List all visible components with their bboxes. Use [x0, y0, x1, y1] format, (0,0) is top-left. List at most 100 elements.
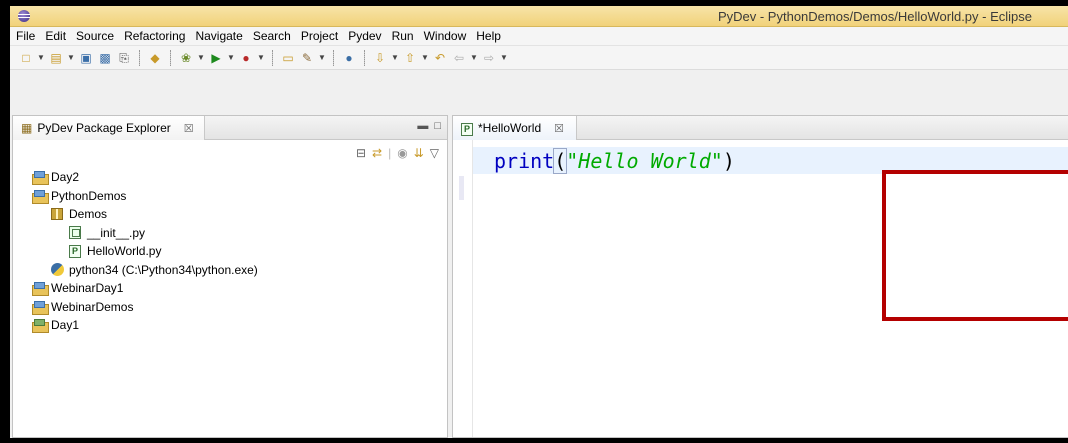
new-project-icon[interactable]: ▤ — [48, 50, 64, 66]
forward-icon[interactable]: ⇨ — [481, 50, 497, 66]
menu-navigate[interactable]: Navigate — [191, 29, 248, 43]
save-icon[interactable]: ▣ — [78, 50, 94, 66]
menu-help[interactable]: Help — [472, 29, 507, 43]
next-annotation-dropdown-icon[interactable]: ▼ — [391, 53, 399, 62]
minimize-icon[interactable]: ▬ — [417, 120, 428, 132]
toolbar-separator — [364, 49, 365, 66]
open-folder-icon[interactable]: ▭ — [280, 50, 296, 66]
tree-item-label: HelloWorld.py — [87, 244, 162, 259]
pen-icon[interactable]: ✎ — [299, 50, 315, 66]
menu-window[interactable]: Window — [420, 29, 473, 43]
menu-bar: File Edit Source Refactoring Navigate Se… — [10, 27, 1068, 46]
python-file-icon: P — [67, 244, 83, 258]
menu-pydev[interactable]: Pydev — [344, 29, 387, 43]
tree-item-label: Demos — [69, 207, 108, 222]
python-init-file-icon — [67, 226, 83, 240]
debug-dropdown-icon[interactable]: ▼ — [197, 53, 205, 62]
tree-item-helloworld-py[interactable]: P HelloWorld.py — [13, 242, 447, 261]
package-explorer-view: ▦ PyDev Package Explorer ☒ ▬ □ ⊟ ⇄ | ◉ ⇊… — [12, 115, 448, 438]
tree-item-demos[interactable]: Demos — [13, 205, 447, 224]
toolbar-separator — [170, 49, 171, 66]
gutter-marker — [459, 176, 464, 200]
pen-dropdown-icon[interactable]: ▼ — [318, 53, 326, 62]
print-icon[interactable]: ⎘ — [116, 50, 132, 66]
tree-item-label: PythonDemos — [51, 188, 127, 203]
external-tools-icon[interactable]: ● — [238, 50, 254, 66]
eclipse-icon — [18, 10, 30, 22]
filter-icon[interactable]: ◉ — [397, 146, 407, 160]
window-title: PyDev - PythonDemos/Demos/HelloWorld.py … — [717, 9, 1032, 24]
tree-item-label: Day1 — [51, 318, 80, 333]
tree-item-day1[interactable]: Day1 — [13, 316, 447, 335]
collapse-all-icon[interactable]: ⊟ — [356, 146, 366, 160]
project-icon — [31, 189, 49, 204]
toolbar-separator — [333, 49, 334, 66]
tab-helloworld[interactable]: P *HelloWorld ☒ — [453, 116, 578, 140]
editor-tab-label: *HelloWorld — [478, 121, 542, 135]
code-close-paren: ) — [722, 149, 735, 173]
code-function: print — [494, 149, 555, 173]
view-menu-icon[interactable]: ▽ — [430, 146, 439, 160]
screenshot-frame: PyDev - PythonDemos/Demos/HelloWorld.py … — [0, 0, 1068, 443]
link-with-editor-icon[interactable]: ⇄ — [372, 146, 382, 160]
editor-tab-bar: P *HelloWorld ☒ — [453, 116, 1068, 140]
external-tools-dropdown-icon[interactable]: ▼ — [257, 53, 265, 62]
previous-annotation-dropdown-icon[interactable]: ▼ — [421, 53, 429, 62]
debug-icon[interactable]: ❀ — [178, 50, 194, 66]
editor-gutter — [453, 140, 473, 437]
last-edit-icon[interactable]: ↶ — [432, 50, 448, 66]
maximize-icon[interactable]: □ — [434, 120, 441, 132]
closed-project-icon — [31, 318, 49, 334]
explorer-toolbar: ⊟ ⇄ | ◉ ⇊ ▽ — [356, 146, 439, 160]
code-open-paren: ( — [553, 148, 568, 174]
run-icon[interactable]: ▶ — [208, 50, 224, 66]
main-toolbar: □ ▼ ▤ ▼ ▣ ▩ ⎘ ◆ ❀ ▼ ▶ ▼ ● ▼ ▭ ✎ ▼ ● ⇩ ▼ … — [10, 46, 1068, 70]
package-explorer-icon: ▦ — [21, 121, 33, 135]
code-string: "Hello World" — [566, 149, 723, 173]
python-file-icon: P — [461, 121, 473, 136]
package-icon — [49, 207, 65, 221]
close-icon[interactable]: ☒ — [554, 122, 564, 135]
close-icon[interactable]: ☒ — [184, 122, 194, 135]
next-annotation-icon[interactable]: ⇩ — [372, 50, 388, 66]
menu-search[interactable]: Search — [249, 29, 297, 43]
tree-item-label: __init__.py — [87, 225, 146, 240]
tab-pydev-package-explorer[interactable]: ▦ PyDev Package Explorer ☒ — [13, 116, 205, 140]
new-project-dropdown-icon[interactable]: ▼ — [67, 53, 75, 62]
toolbar-separator — [272, 49, 273, 66]
back-icon[interactable]: ⇦ — [451, 50, 467, 66]
tree-item-webinarday1[interactable]: WebinarDay1 — [13, 279, 447, 298]
menu-run[interactable]: Run — [388, 29, 420, 43]
open-perspective-icon[interactable]: ◆ — [147, 50, 163, 66]
toolbar-separator — [139, 49, 140, 66]
back-dropdown-icon[interactable]: ▼ — [470, 53, 478, 62]
code-text[interactable]: print("Hello World") — [494, 148, 735, 174]
title-bar: PyDev - PythonDemos/Demos/HelloWorld.py … — [10, 6, 1068, 27]
python-interpreter-icon — [49, 263, 65, 277]
python-console-icon[interactable]: ● — [341, 50, 357, 66]
tree-item-label: WebinarDemos — [51, 299, 134, 314]
tree-item-pythondemos[interactable]: PythonDemos — [13, 187, 447, 206]
project-icon — [31, 170, 49, 186]
save-all-icon[interactable]: ▩ — [97, 50, 113, 66]
project-icon — [31, 300, 49, 315]
menu-file[interactable]: File — [12, 29, 41, 43]
tree-item-python34[interactable]: python34 (C:\Python34\python.exe) — [13, 261, 447, 280]
run-dropdown-icon[interactable]: ▼ — [227, 53, 235, 62]
tree-item-label: Day2 — [51, 170, 80, 185]
explorer-tab-label: PyDev Package Explorer — [37, 121, 171, 135]
project-tree: Day2 PythonDemos Demos __init__.py P Hel… — [13, 168, 447, 335]
tree-item-webinardemos[interactable]: WebinarDemos — [13, 298, 447, 317]
menu-source[interactable]: Source — [72, 29, 120, 43]
menu-refactoring[interactable]: Refactoring — [120, 29, 191, 43]
tree-item-day2[interactable]: Day2 — [13, 168, 447, 187]
menu-edit[interactable]: Edit — [41, 29, 72, 43]
tree-item-init-py[interactable]: __init__.py — [13, 224, 447, 243]
forward-dropdown-icon[interactable]: ▼ — [500, 53, 508, 62]
focus-icon[interactable]: ⇊ — [414, 146, 424, 160]
menu-project[interactable]: Project — [297, 29, 344, 43]
new-dropdown-icon[interactable]: ▼ — [37, 53, 45, 62]
highlight-box — [882, 170, 1068, 321]
new-icon[interactable]: □ — [18, 50, 34, 66]
previous-annotation-icon[interactable]: ⇧ — [402, 50, 418, 66]
